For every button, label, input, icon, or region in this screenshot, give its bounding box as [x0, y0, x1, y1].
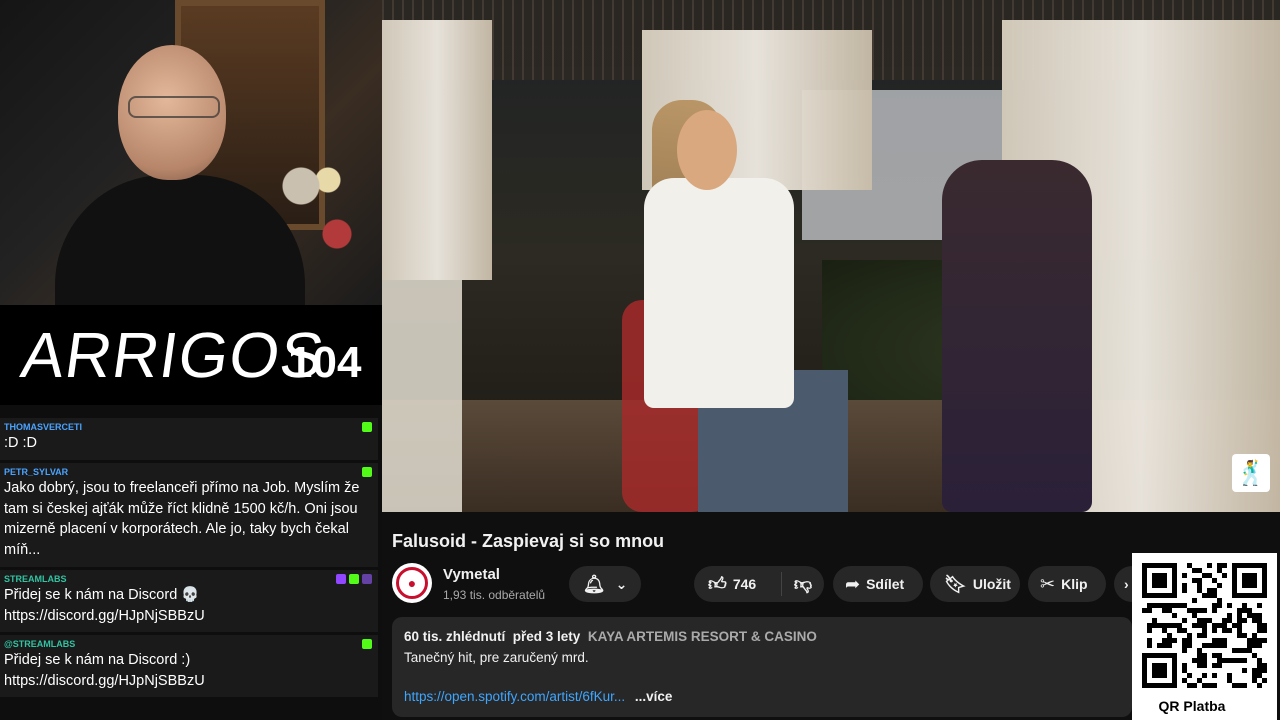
chat-platform-icon	[362, 574, 372, 584]
share-label: Sdílet	[866, 576, 905, 592]
chat-username: @STREAMLABS	[4, 639, 76, 649]
more-icon: ›	[1124, 576, 1129, 592]
chat-message: PETR_SYLVAR Jako dobrý, jsou to freelanc…	[0, 463, 378, 567]
kick-badge-icon	[362, 467, 372, 477]
thumbs-up-icon: 👍︎	[708, 574, 727, 594]
share-button[interactable]: ➦ Sdílet	[833, 566, 923, 602]
chat-message: @STREAMLABS Přidej se k nám na Discord :…	[0, 635, 378, 697]
clip-label: Klip	[1061, 576, 1088, 592]
chat-username: STREAMLABS	[4, 574, 67, 584]
clip-button[interactable]: ✂︎ Klip	[1028, 566, 1106, 602]
shelf-toys	[274, 150, 364, 270]
location-tag[interactable]: KAYA ARTEMIS RESORT & CASINO	[588, 629, 817, 644]
upload-age: před 3 lety	[512, 629, 581, 644]
chevron-down-icon: ⌄	[615, 575, 628, 592]
like-button[interactable]: 👍︎ 746	[694, 572, 782, 596]
singer-head	[677, 110, 737, 190]
streamer-glasses	[128, 96, 220, 118]
singer-shirt	[644, 178, 794, 408]
webcam-feed	[0, 0, 382, 305]
channel-name[interactable]: Vymetal	[443, 566, 500, 583]
video-meta: 60 tis. zhlédnutí před 3 lety KAYA ARTEM…	[404, 629, 1120, 644]
channel-logo-icon: ●	[396, 567, 428, 599]
subscriber-count: 1,93 tis. odběratelů	[443, 588, 546, 602]
show-more-button[interactable]: ...více	[635, 689, 673, 704]
bell-icon: 🔔︎	[582, 573, 606, 594]
chat-text: :D :D	[4, 435, 38, 451]
chat-message: STREAMLABS Přidej se k nám na Discord 💀 …	[0, 570, 378, 632]
video-description[interactable]: 60 tis. zhlédnutí před 3 lety KAYA ARTEM…	[392, 617, 1132, 717]
thumbs-down-icon: 👎︎	[793, 574, 813, 594]
description-text: Tanečný hit, pre zaručený mrd.	[404, 650, 589, 665]
video-title: Falusoid - Zaspievaj si so mnou	[392, 531, 665, 551]
chat-username: PETR_SYLVAR	[4, 467, 69, 477]
qr-code	[1142, 563, 1267, 688]
dancer-striped-dress	[942, 160, 1092, 512]
dislike-button[interactable]: 👎︎	[782, 573, 824, 595]
like-dislike-group: 👍︎ 746 👎︎	[694, 566, 824, 602]
channel-logo: ARRIGOS	[16, 319, 330, 391]
share-icon: ➦	[845, 573, 861, 594]
video-player[interactable]: 🕺	[382, 0, 1280, 512]
channel-avatar[interactable]: ●	[392, 563, 432, 603]
subscribed-notifications-button[interactable]: 🔔︎ ⌄	[569, 566, 641, 602]
chat-message: THOMASVERCETI :D :D	[0, 418, 378, 460]
dancing-figure-icon: 🕺	[1232, 454, 1270, 492]
kick-badge-icon	[349, 574, 359, 584]
description-link-row: https://open.spotify.com/artist/6fKur...…	[404, 689, 672, 704]
curtain-left	[382, 20, 492, 280]
chat-text: Přidej se k nám na Discord 💀 https://dis…	[4, 587, 205, 624]
kick-badge-icon	[362, 639, 372, 649]
view-count: 60 tis. zhlédnutí	[404, 629, 506, 644]
bookmark-icon: 🔖︎	[944, 573, 967, 594]
qr-payment-box: QR Platba	[1132, 553, 1277, 720]
like-count: 746	[732, 576, 757, 592]
save-button[interactable]: 🔖︎ Uložit	[930, 566, 1020, 602]
episode-number: 104	[288, 338, 362, 387]
qr-label: QR Platba	[1158, 698, 1226, 714]
spotify-link[interactable]: https://open.spotify.com/artist/6fKur...	[404, 689, 625, 704]
save-label: Uložit	[972, 576, 1011, 592]
scissors-icon: ✂︎	[1040, 573, 1056, 594]
twitch-badge-icon	[336, 574, 346, 584]
kick-badge-icon	[362, 422, 372, 432]
chat-text: Jako dobrý, jsou to freelanceři přímo na…	[4, 480, 360, 558]
chat-panel: THOMASVERCETI :D :D PETR_SYLVAR Jako dob…	[0, 405, 382, 720]
stone-pillar	[382, 280, 462, 512]
chat-username: THOMASVERCETI	[4, 422, 83, 432]
chat-text: Přidej se k nám na Discord :) https://di…	[4, 652, 205, 689]
